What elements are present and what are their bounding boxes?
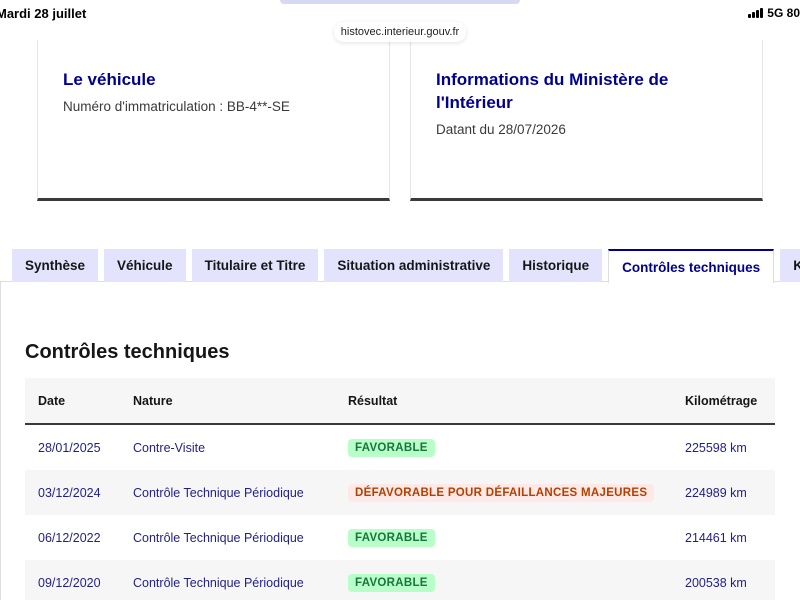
cell-km: 225598 km <box>685 440 747 455</box>
signal-icon <box>748 8 764 18</box>
header-km: Kilométrage <box>685 393 758 408</box>
result-badge: FAVORABLE <box>348 573 435 592</box>
cell-date: 28/01/2025 <box>38 440 101 455</box>
tab-titulaire[interactable]: Titulaire et Titre <box>191 249 319 282</box>
cell-nature: Contrôle Technique Périodique <box>133 575 304 590</box>
status-right: 5G 80 <box>748 6 800 20</box>
header-date: Date <box>38 393 66 408</box>
table-row: 03/12/2024 Contrôle Technique Périodique… <box>25 470 775 515</box>
result-badge: FAVORABLE <box>348 438 435 457</box>
tab-vehicule[interactable]: Véhicule <box>104 249 186 282</box>
ministry-card-title: Informations du Ministère de l'Intérieur <box>436 70 669 112</box>
tab-kilometrage[interactable]: Kilo <box>780 249 800 282</box>
table-row: 28/01/2025 Contre-Visite FAVORABLE 22559… <box>25 425 775 470</box>
cell-result: FAVORABLE <box>335 438 672 457</box>
table-row: 09/12/2020 Contrôle Technique Périodique… <box>25 560 775 600</box>
section-title: Contrôles techniques <box>25 341 230 363</box>
vehicle-card: Le véhicule Numéro d'immatriculation : B… <box>37 40 390 201</box>
cell-nature: Contre-Visite <box>133 440 206 455</box>
cell-result: FAVORABLE <box>335 573 672 592</box>
table-header: Date Nature Résultat Kilométrage <box>25 378 775 425</box>
cell-date: 09/12/2020 <box>38 575 101 590</box>
tab-situation[interactable]: Situation administrative <box>324 249 504 282</box>
header-nature: Nature <box>133 393 173 408</box>
cell-km: 224989 km <box>685 485 747 500</box>
cell-result: DÉFAVORABLE POUR DÉFAILLANCES MAJEURES <box>335 483 672 502</box>
inspections-table: Date Nature Résultat Kilométrage 28/01/2… <box>25 378 775 600</box>
status-date: Mardi 28 juillet <box>0 6 87 21</box>
table-row: 06/12/2022 Contrôle Technique Périodique… <box>25 515 775 560</box>
registration-number: Numéro d'immatriculation : BB-4**-SE <box>63 99 290 114</box>
result-badge: FAVORABLE <box>348 528 435 547</box>
top-indicator <box>280 0 520 4</box>
vehicle-card-title: Le véhicule <box>63 70 156 89</box>
cell-km: 200538 km <box>685 575 747 590</box>
tab-bar: Synthèse Véhicule Titulaire et Titre Sit… <box>12 249 800 283</box>
data-date: Datant du 28/07/2026 <box>436 122 566 137</box>
header-result: Résultat <box>348 393 398 408</box>
cell-result: FAVORABLE <box>335 528 672 547</box>
cell-date: 06/12/2022 <box>38 530 101 545</box>
network-label: 5G 80 <box>767 6 800 20</box>
ministry-card: Informations du Ministère de l'Intérieur… <box>410 40 763 201</box>
tab-controles[interactable]: Contrôles techniques <box>608 249 775 283</box>
tab-historique[interactable]: Historique <box>509 249 603 282</box>
url-bar[interactable]: histovec.interieur.gouv.fr <box>334 22 466 42</box>
cell-date: 03/12/2024 <box>38 485 101 500</box>
cell-nature: Contrôle Technique Périodique <box>133 485 304 500</box>
result-badge: DÉFAVORABLE POUR DÉFAILLANCES MAJEURES <box>348 483 655 502</box>
cell-nature: Contrôle Technique Périodique <box>133 530 304 545</box>
cell-km: 214461 km <box>685 530 747 545</box>
tab-synthese[interactable]: Synthèse <box>12 249 99 282</box>
